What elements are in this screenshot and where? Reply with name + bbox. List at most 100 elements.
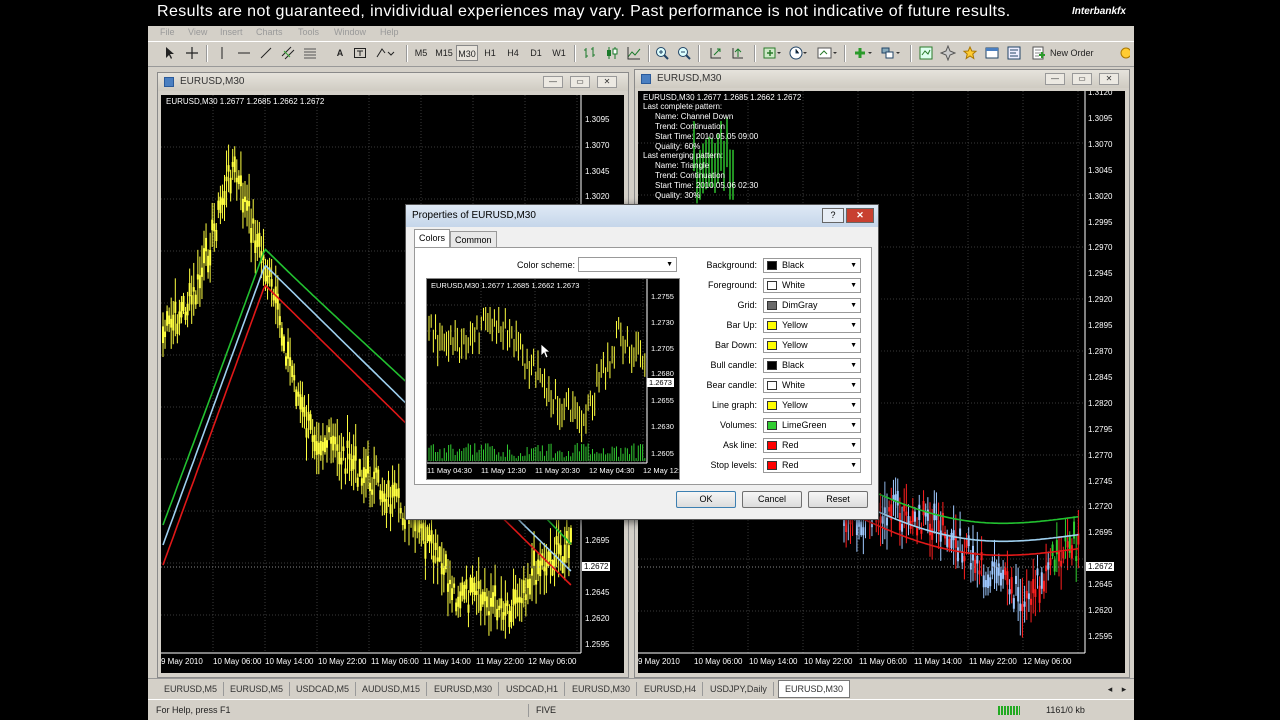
chart-tab[interactable]: EURUSD,M5 (158, 682, 225, 696)
zoom-out-icon[interactable] (676, 45, 692, 61)
candle (219, 196, 222, 214)
color-select[interactable]: White ▼ (763, 278, 861, 293)
maximize-button[interactable]: ▭ (1072, 73, 1092, 85)
maximize-button[interactable]: ▭ (570, 76, 590, 88)
candle (336, 444, 339, 451)
chart-tab[interactable]: USDCAD,H1 (500, 682, 566, 696)
candle (403, 519, 406, 529)
close-button[interactable]: ✕ (597, 76, 617, 88)
y-tick: 1.2720 (1088, 502, 1113, 512)
cancel-button[interactable]: Cancel (742, 491, 802, 508)
color-select[interactable]: DimGray ▼ (763, 298, 861, 313)
horizontal-line-icon[interactable] (236, 45, 252, 61)
timeframe-h1[interactable]: H1 (479, 45, 501, 61)
new-order-button[interactable]: New Order (1050, 45, 1094, 61)
zoom-in-icon[interactable] (654, 45, 670, 61)
color-select[interactable]: Black ▼ (763, 258, 861, 273)
terminal-window-icon[interactable] (984, 45, 1000, 61)
timeframe-m15[interactable]: M15 (433, 45, 455, 61)
menu-insert[interactable]: Insert (220, 27, 243, 37)
text-label-icon[interactable] (352, 45, 368, 61)
scroll-right-icon[interactable]: ▸ (1116, 681, 1132, 697)
minimize-button[interactable]: — (543, 76, 563, 88)
chart-tab[interactable]: EURUSD,M30 (566, 682, 638, 696)
color-select[interactable]: LimeGreen ▼ (763, 418, 861, 433)
y-tick: 1.3070 (585, 141, 610, 150)
preview-info-line: EURUSD,M30 1.2677 1.2685 1.2662 1.2673 (431, 281, 580, 290)
strategy-tester-icon[interactable] (1006, 45, 1022, 61)
profiles-icon[interactable] (880, 45, 902, 61)
line-chart-icon[interactable] (626, 45, 642, 61)
chart-tab[interactable]: EURUSD,M30 (428, 682, 500, 696)
minimize-button[interactable]: — (1045, 73, 1065, 85)
timeframe-m30[interactable]: M30 (456, 45, 478, 61)
chart-shift-icon[interactable] (730, 45, 746, 61)
y-tick: 1.2595 (585, 640, 610, 649)
color-select[interactable]: Red ▼ (763, 458, 861, 473)
expert-advisors-icon[interactable] (1118, 45, 1134, 61)
dialog-close-button[interactable]: ✕ (846, 208, 874, 223)
chart-window-left-titlebar[interactable]: EURUSD,M30 — ▭ ✕ (158, 73, 628, 91)
menu-help[interactable]: Help (380, 27, 399, 37)
color-scheme-select[interactable]: ▼ (578, 257, 677, 272)
candlestick-chart-icon[interactable] (604, 45, 620, 61)
fibonacci-icon[interactable] (302, 45, 318, 61)
indicators-icon[interactable] (762, 45, 782, 61)
color-select[interactable]: Yellow ▼ (763, 398, 861, 413)
candle (428, 535, 431, 542)
market-watch-icon[interactable] (918, 45, 934, 61)
channel-icon[interactable] (280, 45, 296, 61)
templates-icon[interactable] (816, 45, 838, 61)
navigator-icon[interactable] (940, 45, 956, 61)
chart-tab[interactable]: USDCAD,M5 (290, 682, 357, 696)
chart-tab[interactable]: USDJPY,Daily (704, 682, 774, 696)
color-select[interactable]: Yellow ▼ (763, 338, 861, 353)
chart-tab-active[interactable]: EURUSD,M30 (778, 680, 851, 698)
favorites-star-icon[interactable] (962, 45, 978, 61)
arrows-icon[interactable] (374, 45, 396, 61)
trendline-icon[interactable] (258, 45, 274, 61)
periods-clock-icon[interactable] (788, 45, 808, 61)
color-select[interactable]: White ▼ (763, 378, 861, 393)
bar-chart-icon[interactable] (582, 45, 598, 61)
ok-button[interactable]: OK (676, 491, 736, 508)
menu-charts[interactable]: Charts (256, 27, 283, 37)
text-tool-icon[interactable]: A (332, 45, 348, 61)
candle (299, 394, 302, 410)
auto-scroll-icon[interactable] (708, 45, 724, 61)
chevron-down-icon: ▼ (850, 302, 857, 309)
timeframe-m5[interactable]: M5 (410, 45, 432, 61)
reset-button[interactable]: Reset (808, 491, 868, 508)
menu-window[interactable]: Window (334, 27, 366, 37)
close-button[interactable]: ✕ (1099, 73, 1119, 85)
tab-colors[interactable]: Colors (414, 229, 451, 249)
candle (344, 468, 347, 474)
help-button[interactable]: ? (822, 208, 844, 223)
chart-window-right-titlebar[interactable]: EURUSD,M30 — ▭ ✕ (635, 70, 1129, 88)
color-select[interactable]: Yellow ▼ (763, 318, 861, 333)
timeframe-d1[interactable]: D1 (525, 45, 547, 61)
chart-tab[interactable]: EURUSD,M5 (224, 682, 291, 696)
timeframe-h4[interactable]: H4 (502, 45, 524, 61)
timeframe-w1[interactable]: W1 (548, 45, 570, 61)
chart-tab[interactable]: AUDUSD,M15 (356, 682, 428, 696)
candle (1010, 577, 1013, 594)
vertical-line-icon[interactable] (214, 45, 230, 61)
chart-tab[interactable]: EURUSD,H4 (638, 682, 704, 696)
cursor-arrow-icon[interactable] (162, 45, 178, 61)
dialog-titlebar[interactable]: Properties of EURUSD,M30 ? ✕ (406, 205, 878, 227)
candle (952, 530, 955, 541)
menu-view[interactable]: View (188, 27, 207, 37)
candle (918, 504, 921, 521)
candle (888, 507, 891, 512)
color-select[interactable]: Red ▼ (763, 438, 861, 453)
menu-tools[interactable]: Tools (298, 27, 319, 37)
candle (903, 505, 906, 512)
menu-file[interactable]: File (160, 27, 175, 37)
crosshair-icon[interactable] (184, 45, 200, 61)
tab-common[interactable]: Common (450, 231, 497, 248)
new-order-icon[interactable] (1030, 45, 1046, 61)
color-select[interactable]: Black ▼ (763, 358, 861, 373)
toolbar: A M5 M15 M30 H1 H4 D1 W1 New Order (148, 41, 1134, 67)
add-chart-icon[interactable] (852, 45, 874, 61)
